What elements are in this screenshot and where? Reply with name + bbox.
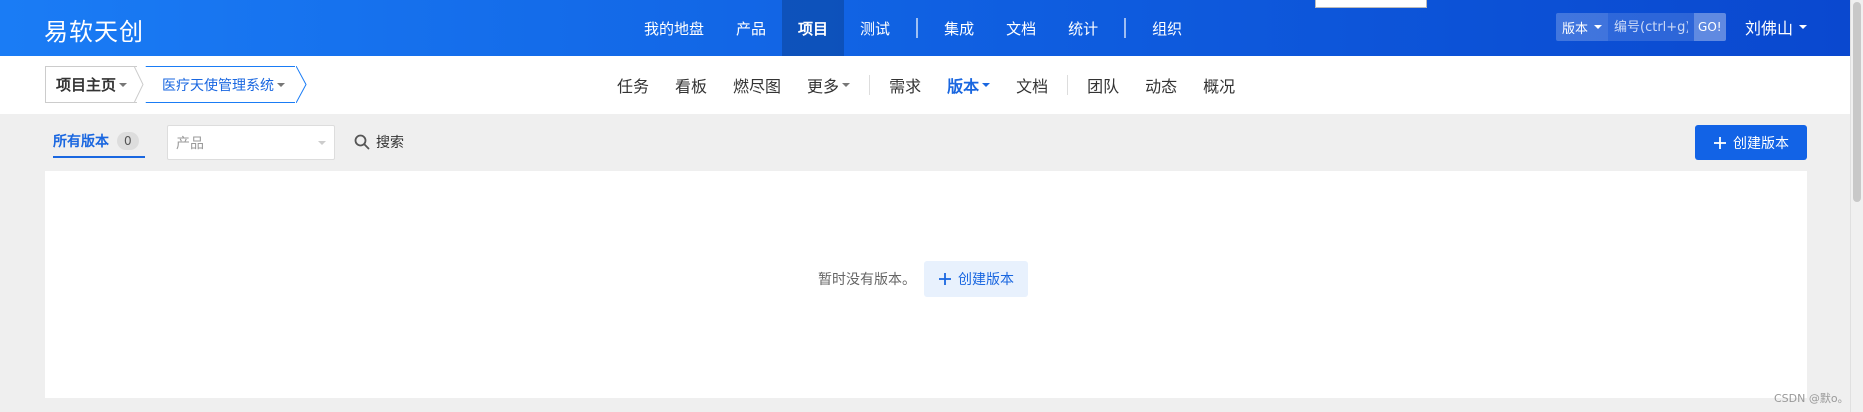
versions-panel: 暂时没有版本。 创建版本	[45, 171, 1807, 398]
tab-all-versions[interactable]: 所有版本 0	[53, 131, 145, 158]
chevron-down-icon	[1594, 25, 1603, 29]
breadcrumb-project-label: 医疗天使管理系统	[162, 77, 274, 94]
empty-state-text: 暂时没有版本。	[818, 272, 916, 288]
breadcrumb-home-label: 项目主页	[56, 76, 117, 94]
breadcrumb-arrow-icon	[134, 66, 144, 103]
tab-versions-label: 版本	[947, 77, 980, 96]
floating-popup	[1315, 0, 1427, 8]
nav-project[interactable]: 项目	[782, 0, 845, 56]
search-go-button[interactable]: GO!	[1694, 13, 1726, 41]
nav-docs[interactable]: 文档	[990, 0, 1052, 56]
tab-overview[interactable]: 概况	[1190, 73, 1248, 97]
user-menu[interactable]: 刘佛山	[1745, 15, 1808, 39]
nav-product[interactable]: 产品	[720, 0, 782, 56]
tab-burndown[interactable]: 燃尽图	[720, 73, 794, 97]
user-name: 刘佛山	[1745, 19, 1794, 38]
search-type-label: 版本	[1562, 21, 1589, 37]
chevron-down-icon	[318, 140, 326, 145]
tab-requirements[interactable]: 需求	[876, 73, 934, 97]
tab-versions[interactable]: 版本	[934, 73, 1003, 97]
tab-team[interactable]: 团队	[1074, 73, 1132, 97]
project-nav: 任务 看板 燃尽图 更多 需求 版本 文档 团队 动态 概况	[604, 56, 1248, 114]
brand-logo[interactable]: 易软天创	[44, 12, 144, 47]
tab-more-label: 更多	[807, 77, 840, 96]
count-badge: 0	[117, 132, 139, 150]
watermark: CSDN @默o。	[1774, 392, 1849, 405]
breadcrumb-arrow-icon	[296, 66, 307, 103]
chevron-down-icon	[842, 83, 851, 87]
empty-state: 暂时没有版本。 创建版本	[818, 261, 1028, 297]
product-select[interactable]: 产品	[167, 125, 335, 160]
sub-header: 项目主页 医疗天使管理系统 任务 看板 燃尽图 更多 需求 版本 文档 团队 动…	[0, 56, 1850, 114]
global-search: 版本 GO!	[1556, 13, 1726, 41]
search-button[interactable]: 搜索	[354, 132, 404, 152]
page-scrollbar[interactable]	[1850, 0, 1863, 412]
chevron-down-icon	[982, 83, 991, 87]
empty-create-label: 创建版本	[958, 272, 1014, 288]
tab-activity[interactable]: 动态	[1132, 73, 1190, 97]
nav-divider	[1124, 18, 1127, 38]
create-version-button[interactable]: 创建版本	[1695, 125, 1807, 160]
plus-icon	[939, 273, 951, 285]
active-tab-underline	[53, 156, 145, 158]
tab-kanban[interactable]: 看板	[662, 73, 720, 97]
nav-divider	[869, 75, 871, 95]
chevron-down-icon	[1799, 25, 1808, 29]
nav-org[interactable]: 组织	[1136, 0, 1198, 56]
scrollbar-thumb[interactable]	[1853, 2, 1861, 202]
tab-docs[interactable]: 文档	[1003, 73, 1061, 97]
plus-icon	[1714, 136, 1726, 149]
tab-more[interactable]: 更多	[794, 73, 863, 97]
top-header: 易软天创 我的地盘 产品 项目 测试 集成 文档 统计 组织 版本 GO! 刘佛…	[0, 0, 1850, 56]
chevron-down-icon	[119, 82, 128, 87]
tab-all-label: 所有版本	[53, 134, 109, 150]
empty-create-version-button[interactable]: 创建版本	[924, 261, 1028, 297]
product-select-placeholder: 产品	[176, 135, 204, 152]
nav-stats[interactable]: 统计	[1052, 0, 1114, 56]
nav-integration[interactable]: 集成	[928, 0, 990, 56]
search-type-select[interactable]: 版本	[1556, 13, 1609, 41]
nav-test[interactable]: 测试	[844, 0, 906, 56]
main-nav: 我的地盘 产品 项目 测试 集成 文档 统计 组织	[628, 0, 1198, 56]
nav-my-dashboard[interactable]: 我的地盘	[628, 0, 720, 56]
search-button-label: 搜索	[376, 135, 404, 151]
chevron-down-icon	[277, 82, 285, 87]
search-input[interactable]	[1608, 13, 1695, 41]
breadcrumb-project-select[interactable]: 医疗天使管理系统	[146, 66, 295, 103]
search-icon	[354, 134, 370, 150]
tab-tasks[interactable]: 任务	[604, 73, 662, 97]
nav-divider	[1067, 75, 1069, 95]
create-version-label: 创建版本	[1733, 135, 1789, 152]
breadcrumb-project-home[interactable]: 项目主页	[45, 66, 138, 103]
nav-divider	[916, 18, 919, 38]
